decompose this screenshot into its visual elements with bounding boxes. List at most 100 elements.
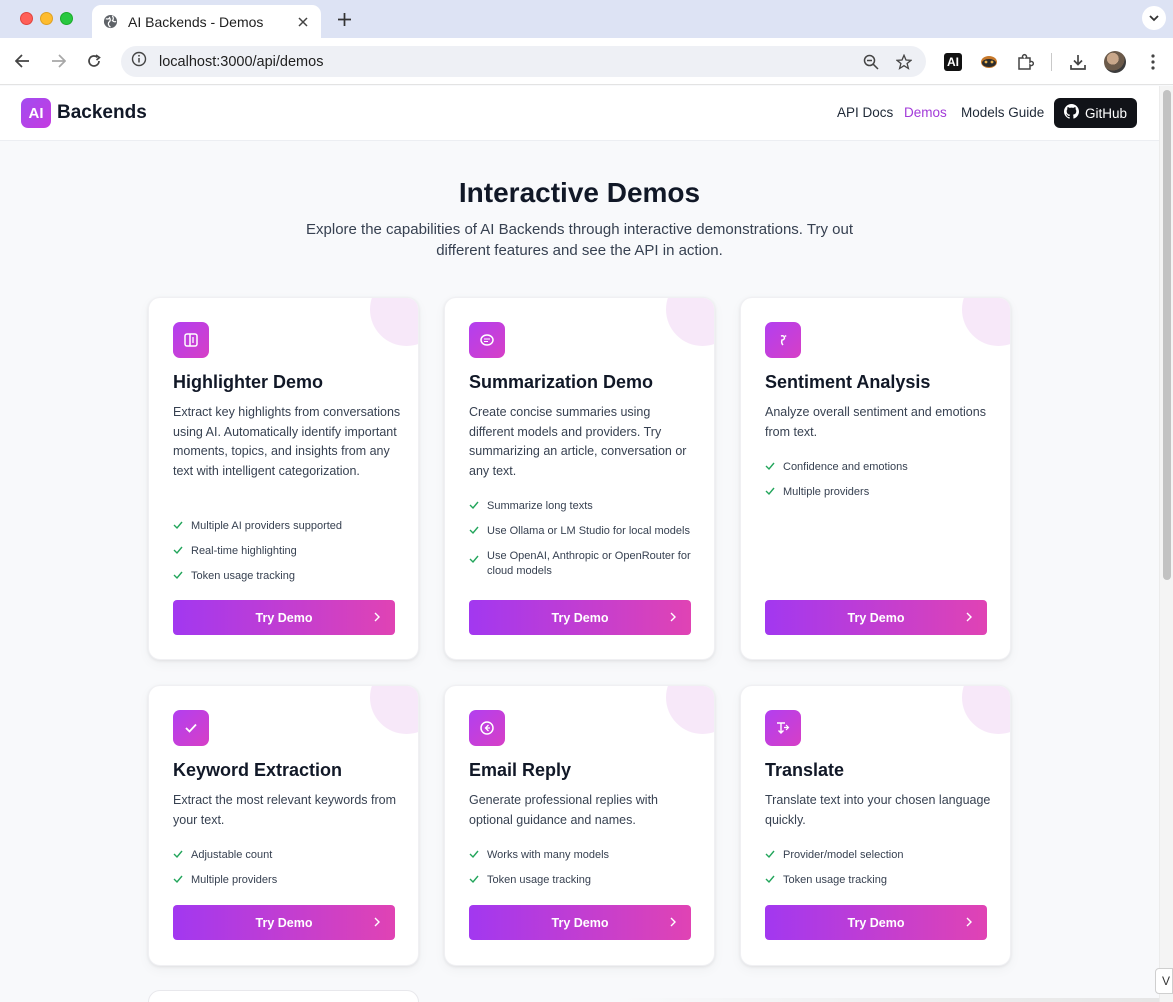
kebab-menu-icon[interactable] [1142,51,1164,73]
tab-search-chevron-icon[interactable] [1142,6,1166,30]
feature-item: Confidence and emotions [765,460,995,476]
check-icon [173,874,185,889]
try-demo-button[interactable]: Try Demo [469,600,691,635]
back-arrow-icon[interactable] [12,51,32,71]
logo-text[interactable]: Backends [57,102,147,124]
try-demo-button[interactable]: Try Demo [765,905,987,940]
page-subtitle: Explore the capabilities of AI Backends … [306,221,853,259]
feature-list: Confidence and emotions Multiple provide… [765,460,995,510]
card-corner-decoration [666,298,714,346]
profile-avatar[interactable] [1104,51,1126,73]
check-icon [765,874,777,889]
site-info-icon[interactable] [131,51,147,72]
reply-icon [469,710,505,746]
card-description: Generate professional replies with optio… [469,793,658,827]
maximize-window-button[interactable] [60,12,73,25]
feature-item: Provider/model selection [765,848,995,864]
card-title: Email Reply [469,760,572,780]
new-tab-icon[interactable] [334,9,354,29]
card-description: Create concise summaries using different… [469,405,687,478]
card-title: Keyword Extraction [173,760,343,780]
close-tab-icon[interactable] [295,14,311,30]
demo-card-email-reply: Email Reply Generate professional replie… [444,685,715,966]
try-demo-button[interactable]: Try Demo [173,905,395,940]
feature-item: Works with many models [469,848,699,864]
ai-extension-label: AI [947,55,959,69]
feature-text: Summarize long texts [487,500,593,512]
try-demo-label: Try Demo [551,610,609,625]
address-bar[interactable]: localhost:3000/api/demos [121,46,926,77]
scrollbar-thumb[interactable] [1163,90,1171,580]
try-demo-label: Try Demo [847,610,905,625]
check-icon [469,874,481,889]
github-label: GitHub [1084,105,1128,121]
reload-icon[interactable] [84,51,104,71]
demo-card-partial [148,990,419,1002]
feature-text: Real-time highlighting [191,545,297,557]
check-icon [173,545,185,560]
nav-demos[interactable]: Demos [904,105,947,120]
download-icon[interactable] [1067,51,1089,73]
browser-tab-bar: AI Backends - Demos [0,0,1173,38]
browser-toolbar: localhost:3000/api/demos AI [0,38,1173,85]
try-demo-label: Try Demo [255,610,313,625]
try-demo-button[interactable]: Try Demo [765,600,987,635]
check-icon [765,849,777,864]
feature-text: Token usage tracking [487,874,591,886]
feature-text: Works with many models [487,849,610,861]
github-icon [1063,104,1079,122]
toolbar-divider [1051,53,1052,71]
mask-extension-icon[interactable] [978,51,1000,73]
logo-badge[interactable]: AI [21,98,51,128]
nav-api-docs[interactable]: API Docs [837,105,893,120]
demo-card-summarization: Summarization Demo Create concise summar… [444,297,715,660]
url-text[interactable]: localhost:3000/api/demos [159,54,848,70]
page-title: Interactive Demos [458,177,701,208]
feature-list: Multiple AI providers supported Real-tim… [173,519,403,594]
try-demo-button[interactable]: Try Demo [469,905,691,940]
feature-text: Use Ollama or LM Studio for local models [487,525,690,537]
check-icon [765,486,777,501]
nav-models-guide[interactable]: Models Guide [961,105,1044,120]
card-corner-decoration [370,686,418,734]
puzzle-extensions-icon[interactable] [1014,51,1036,73]
feature-text: Token usage tracking [191,570,295,582]
check-icon [173,849,185,864]
zoom-icon[interactable] [861,52,881,72]
feature-item: Multiple providers [765,485,995,501]
checkmark-icon [173,710,209,746]
demo-card-translate: Translate Translate text into your chose… [740,685,1011,966]
card-corner-decoration [962,686,1010,734]
ai-extension-icon[interactable]: AI [944,53,962,71]
chevron-right-icon [965,611,975,623]
try-demo-button[interactable]: Try Demo [173,600,395,635]
feature-item: Token usage tracking [765,873,995,889]
try-demo-label: Try Demo [551,915,609,930]
feature-item: Adjustable count [173,848,403,864]
feature-list: Works with many models Token usage track… [469,848,699,898]
translate-icon [765,710,801,746]
github-button[interactable]: GitHub [1054,98,1137,128]
check-icon [469,500,481,515]
feature-item: Use OpenAI, Anthropic or OpenRouter for … [469,549,699,579]
page-scrollbar[interactable] [1159,86,1173,1002]
feature-item: Token usage tracking [469,873,699,889]
browser-tab[interactable]: AI Backends - Demos [92,5,321,38]
close-window-button[interactable] [20,12,33,25]
card-title: Translate [765,760,845,780]
feature-text: Confidence and emotions [783,461,908,473]
check-icon [469,554,481,569]
forward-arrow-icon[interactable] [48,51,68,71]
feature-text: Token usage tracking [783,874,887,886]
bookmark-star-icon[interactable] [894,52,914,72]
feature-item: Multiple AI providers supported [173,519,403,535]
feature-item: Multiple providers [173,873,403,889]
chevron-right-icon [669,916,679,928]
check-icon [469,849,481,864]
feature-list: Provider/model selection Token usage tra… [765,848,995,898]
corner-popup[interactable]: V [1155,968,1173,994]
check-icon [173,520,185,535]
feature-list: Adjustable count Multiple providers [173,848,403,898]
minimize-window-button[interactable] [40,12,53,25]
feature-item: Use Ollama or LM Studio for local models [469,524,699,540]
